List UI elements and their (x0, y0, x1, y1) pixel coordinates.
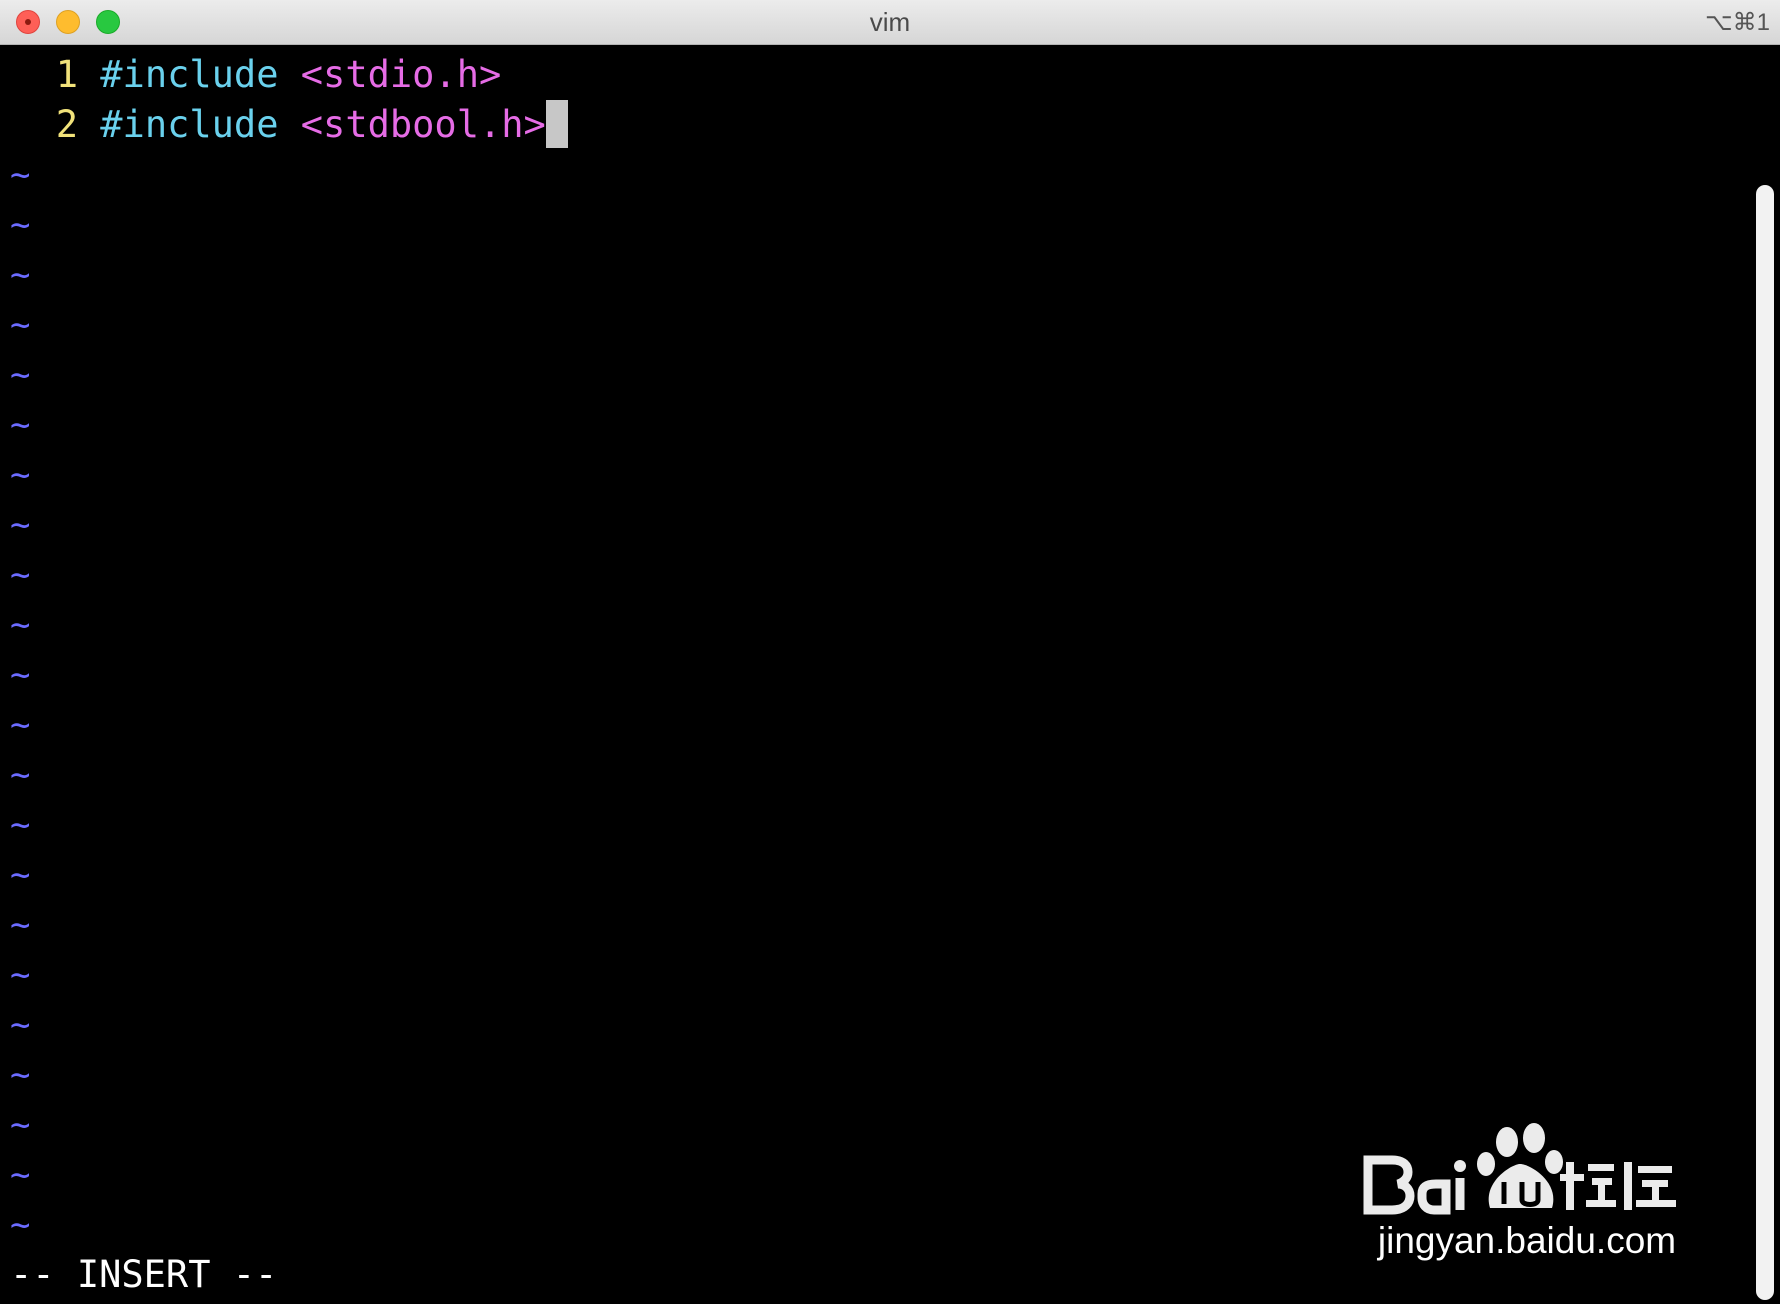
empty-line-marker: ~ (10, 305, 31, 345)
empty-line-marker: ~ (10, 1105, 31, 1145)
text-cursor (545, 99, 568, 148)
empty-line-marker: ~ (10, 1155, 31, 1195)
terminal-window: vim ⌥⌘1 1 #include <stdio.h> 2 #include … (0, 0, 1780, 1304)
empty-line-marker: ~ (10, 705, 31, 745)
code-line-1[interactable]: 1 #include <stdio.h> (0, 50, 502, 100)
empty-line-marker: ~ (10, 655, 31, 695)
include-header: <stdbool.h> (300, 103, 546, 146)
empty-line-marker: ~ (10, 205, 31, 245)
empty-line-marker: ~ (10, 605, 31, 645)
baidu-paw-logo (1363, 1123, 1676, 1215)
empty-line-marker: ~ (10, 805, 31, 845)
tab-shortcut-label: ⌥⌘1 (1704, 9, 1770, 36)
empty-line-marker: ~ (10, 1005, 31, 1045)
empty-line-marker: ~ (10, 155, 31, 195)
line-number: 2 (55, 103, 78, 146)
empty-line-marker: ~ (10, 505, 31, 545)
empty-line-marker: ~ (10, 455, 31, 495)
empty-line-marker: ~ (10, 905, 31, 945)
empty-line-marker: ~ (10, 1055, 31, 1095)
empty-line-marker: ~ (10, 355, 31, 395)
include-header: <stdio.h> (300, 53, 502, 96)
watermark-url: jingyan.baidu.com (1377, 1220, 1677, 1261)
window-title: vim (869, 7, 911, 37)
scrollbar-thumb[interactable] (1756, 185, 1774, 1300)
baidu-jingyan-watermark: jingyan.baidu.com (1362, 1112, 1692, 1262)
line-number: 1 (55, 53, 78, 96)
empty-line-marker: ~ (10, 555, 31, 595)
mode-indicator: -- INSERT -- (10, 1253, 278, 1296)
empty-line-marker: ~ (10, 255, 31, 295)
empty-line-marker: ~ (10, 1205, 31, 1245)
code-line-2[interactable]: 2 #include <stdbool.h> (0, 99, 568, 150)
title-bar[interactable]: vim ⌥⌘1 (0, 0, 1780, 45)
empty-line-marker: ~ (10, 855, 31, 895)
empty-line-marker: ~ (10, 955, 31, 995)
empty-line-marker: ~ (10, 405, 31, 445)
preprocessor-keyword: #include (100, 53, 279, 96)
empty-line-marker: ~ (10, 755, 31, 795)
preprocessor-keyword: #include (100, 103, 279, 146)
